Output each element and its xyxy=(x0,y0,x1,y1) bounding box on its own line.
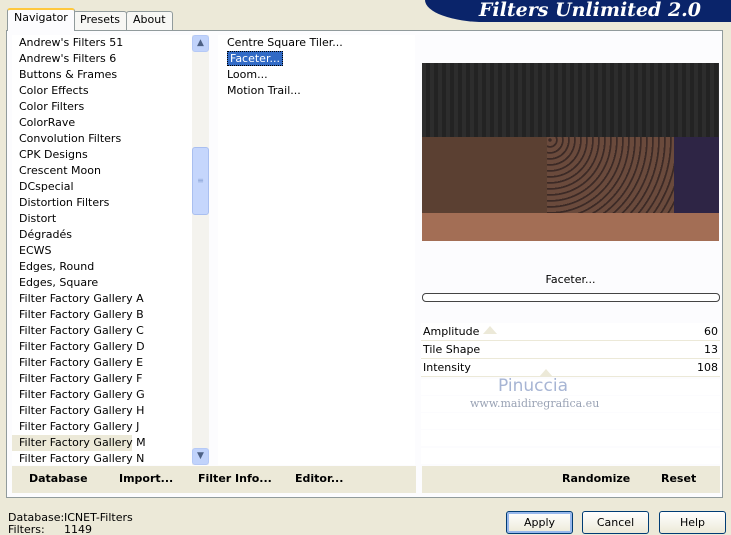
category-item[interactable]: Distort xyxy=(12,211,194,227)
category-item[interactable]: Filter Factory Gallery A xyxy=(12,291,194,307)
category-item[interactable]: Filter Factory Gallery C xyxy=(12,323,194,339)
randomize-button[interactable]: Randomize xyxy=(562,472,630,485)
cancel-button[interactable]: Cancel xyxy=(582,511,649,534)
category-item[interactable]: Filter Factory Gallery D xyxy=(12,339,194,355)
category-item[interactable]: Distortion Filters xyxy=(12,195,194,211)
chevron-down-icon: ▼ xyxy=(197,451,204,461)
filter-item[interactable]: Motion Trail... xyxy=(218,83,415,99)
category-item[interactable]: Dégradés xyxy=(12,227,194,243)
category-item[interactable]: Color Filters xyxy=(12,99,194,115)
param-value: 108 xyxy=(697,361,718,374)
category-item[interactable]: Filter Factory Gallery M xyxy=(12,435,146,451)
scroll-up-button[interactable]: ▲ xyxy=(192,35,209,52)
reset-button[interactable]: Reset xyxy=(661,472,696,485)
param-row-amplitude[interactable]: Amplitude 60 xyxy=(421,323,720,341)
category-item[interactable]: Filter Factory Gallery J xyxy=(12,419,194,435)
category-item[interactable]: Edges, Square xyxy=(12,275,194,291)
param-row-tile-shape[interactable]: Tile Shape 13 xyxy=(421,341,720,359)
tab-presets[interactable]: Presets xyxy=(73,11,128,30)
category-item[interactable]: Filter Factory Gallery G xyxy=(12,387,194,403)
category-item[interactable]: Crescent Moon xyxy=(12,163,194,179)
category-item[interactable]: Filter Factory Gallery E xyxy=(12,355,194,371)
filter-item-label: Motion Trail... xyxy=(227,84,301,97)
category-item[interactable]: Andrew's Filters 6 xyxy=(12,51,194,67)
category-item[interactable]: Filter Factory Gallery N xyxy=(12,451,194,465)
category-item[interactable]: ColorRave xyxy=(12,115,194,131)
filter-item[interactable]: Centre Square Tiler... xyxy=(218,35,415,51)
empty-param-row xyxy=(421,413,720,429)
category-item[interactable]: Buttons & Frames xyxy=(12,67,194,83)
filters-count-value: 1149 xyxy=(64,523,92,535)
param-label: Amplitude xyxy=(423,325,480,338)
import-button[interactable]: Import... xyxy=(119,472,173,485)
watermark-url: www.maidiregrafica.eu xyxy=(470,397,600,410)
empty-param-row xyxy=(421,379,720,395)
category-item[interactable]: Andrew's Filters 51 xyxy=(12,35,194,51)
filter-item-label: Centre Square Tiler... xyxy=(227,36,343,49)
category-item[interactable]: Filter Factory Gallery B xyxy=(12,307,194,323)
preview-image xyxy=(422,63,719,241)
param-value: 60 xyxy=(704,325,718,338)
filter-list[interactable]: Centre Square Tiler... Faceter... Loom... M… xyxy=(218,35,415,465)
category-item[interactable]: ECWS xyxy=(12,243,194,259)
category-scrollbar[interactable]: ▲ ≡ ▼ xyxy=(192,35,209,465)
help-button[interactable]: Help xyxy=(659,511,726,534)
scroll-grip-icon: ≡ xyxy=(197,176,204,185)
param-label: Tile Shape xyxy=(423,343,481,356)
param-row-intensity[interactable]: Intensity 108 xyxy=(421,359,720,377)
filter-item[interactable]: Faceter... xyxy=(218,51,415,67)
empty-param-row xyxy=(421,430,720,446)
category-item[interactable]: Edges, Round xyxy=(12,259,194,275)
watermark-name: Pinuccia xyxy=(498,376,568,396)
filter-item-label: Loom... xyxy=(227,68,268,81)
chevron-up-icon: ▲ xyxy=(197,38,204,48)
param-value: 13 xyxy=(704,343,718,356)
category-list[interactable]: Andrew's Filters 51 Andrew's Filters 6 But… xyxy=(12,35,194,465)
category-item[interactable]: Color Effects xyxy=(12,83,194,99)
scroll-thumb[interactable]: ≡ xyxy=(192,147,209,215)
app-title: Filters Unlimited 2.0 xyxy=(478,0,701,21)
scroll-down-button[interactable]: ▼ xyxy=(192,448,209,465)
app-title-banner: Filters Unlimited 2.0 xyxy=(425,0,731,22)
category-item[interactable]: Convolution Filters xyxy=(12,131,194,147)
database-button[interactable]: Database xyxy=(29,472,88,485)
category-item[interactable]: DCspecial xyxy=(12,179,194,195)
filter-item-label: Faceter... xyxy=(227,51,283,66)
param-label: Intensity xyxy=(423,361,471,374)
filter-info-button[interactable]: Filter Info... xyxy=(198,472,272,485)
filter-name-label: Faceter... xyxy=(545,273,596,286)
category-item[interactable]: Filter Factory Gallery H xyxy=(12,403,194,419)
progress-bar xyxy=(422,293,720,302)
apply-button[interactable]: Apply xyxy=(506,511,573,534)
empty-param-row xyxy=(421,448,720,464)
filter-item[interactable]: Loom... xyxy=(218,67,415,83)
category-item[interactable]: Filter Factory Gallery F xyxy=(12,371,194,387)
filters-count-label: Filters: xyxy=(8,523,45,535)
slider-pointer[interactable] xyxy=(483,326,497,334)
category-item[interactable]: CPK Designs xyxy=(12,147,194,163)
tab-about[interactable]: About xyxy=(126,11,173,30)
editor-button[interactable]: Editor... xyxy=(295,472,343,485)
tab-navigator[interactable]: Navigator xyxy=(7,8,75,31)
